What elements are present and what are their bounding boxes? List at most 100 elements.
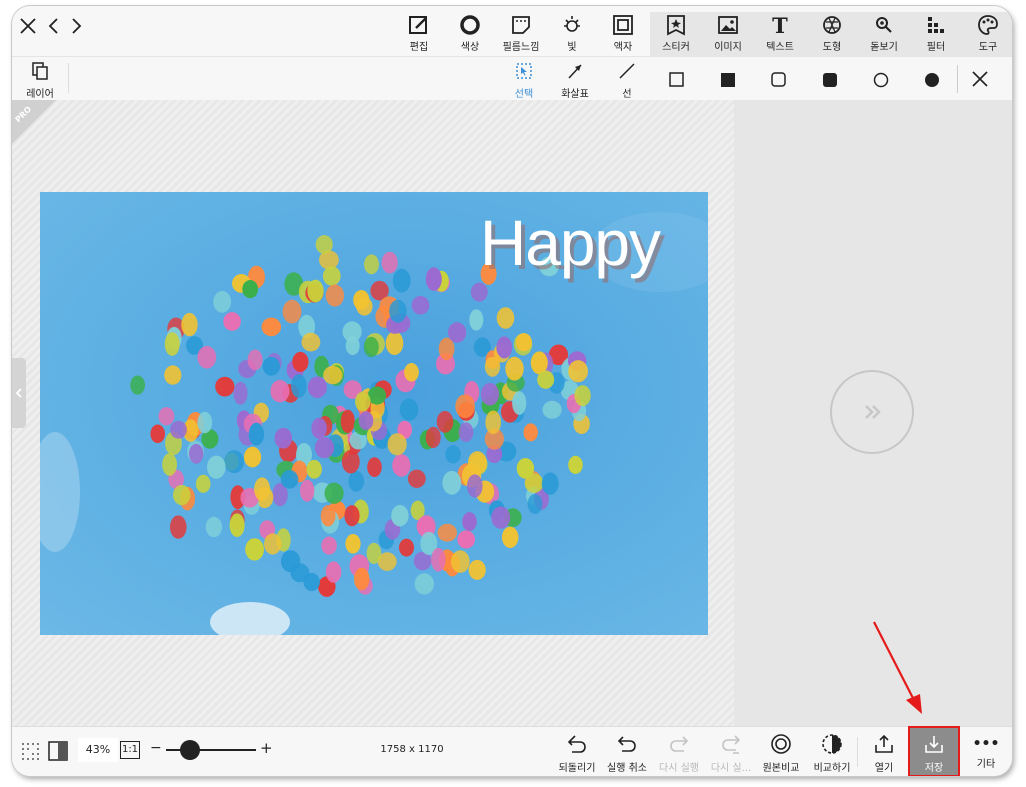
rounded-square-filled-button[interactable] xyxy=(821,71,839,89)
balloon xyxy=(354,567,370,591)
balloon xyxy=(322,266,341,286)
bottom-toolbar: 43% 1:1 − + 1758 x 1170 되돌리기 실행 취소 다시 실행… xyxy=(12,726,1012,776)
tool-label: 도구 xyxy=(978,42,998,53)
tool-label: 저장 xyxy=(924,763,944,774)
chevron-left-icon xyxy=(15,388,22,398)
side-panel-toggle[interactable] xyxy=(12,358,26,428)
compare-original-button[interactable]: 원본비교 xyxy=(754,733,808,774)
line-tool[interactable]: 선 xyxy=(612,61,642,100)
compare-button[interactable]: 비교하기 xyxy=(805,733,859,774)
tool-light[interactable]: 빛 xyxy=(546,12,598,56)
zoom-percent[interactable]: 43% xyxy=(78,738,118,762)
grid-toggle-button[interactable] xyxy=(20,741,40,765)
balloon xyxy=(311,417,327,439)
compare-icon xyxy=(822,734,842,754)
balloon xyxy=(170,420,187,439)
tool-image[interactable]: 이미지 xyxy=(702,12,754,56)
revert-button[interactable]: 되돌리기 xyxy=(550,733,604,774)
balloon xyxy=(247,349,263,371)
balloon xyxy=(574,385,591,407)
balloon xyxy=(158,407,175,426)
circle-outline-button[interactable] xyxy=(872,71,890,89)
film-icon xyxy=(495,12,547,38)
balloon xyxy=(262,356,280,376)
balloon xyxy=(307,279,324,303)
photo-canvas[interactable]: Happy xyxy=(40,192,708,635)
circle-filled-button[interactable] xyxy=(923,71,941,89)
arrow-tool[interactable]: 화살표 xyxy=(555,61,595,100)
balloon xyxy=(496,336,513,359)
balloon xyxy=(324,482,344,504)
tool-color[interactable]: 색상 xyxy=(444,12,496,56)
edit-icon xyxy=(393,12,445,38)
square-outline-button[interactable] xyxy=(668,71,686,89)
tool-edit[interactable]: 편집 xyxy=(393,12,445,56)
undo-button[interactable]: 실행 취소 xyxy=(600,733,654,774)
open-button[interactable]: 열기 xyxy=(857,733,911,774)
balloon xyxy=(505,356,524,381)
balloon xyxy=(450,550,470,573)
tool-label: 색상 xyxy=(460,42,480,53)
balloon xyxy=(280,470,299,489)
balloon xyxy=(468,559,486,580)
tool-film[interactable]: 필름느낌 xyxy=(495,12,547,56)
balloon xyxy=(303,573,321,591)
background-toggle-button[interactable] xyxy=(48,741,68,765)
tool-label: 텍스트 xyxy=(766,42,794,53)
balloon xyxy=(181,312,198,337)
redo-button[interactable]: 다시 실행 xyxy=(652,733,706,774)
zoom-in-icon[interactable]: + xyxy=(260,739,273,757)
close-draw-button[interactable] xyxy=(970,69,988,87)
forward-icon[interactable] xyxy=(64,16,88,40)
balloon xyxy=(205,516,223,538)
zoom-slider[interactable] xyxy=(166,740,256,760)
save-button[interactable]: 저장 xyxy=(908,726,960,776)
select-tool[interactable]: 선택 xyxy=(509,61,539,100)
balloon xyxy=(355,391,371,412)
layers-icon xyxy=(22,61,58,85)
tool-shape[interactable]: 도형 xyxy=(806,12,858,56)
layer-label: 레이어 xyxy=(26,89,54,100)
tool-label: 실행 취소 xyxy=(607,763,647,774)
tool-magnifier[interactable]: 돋보기 xyxy=(858,12,910,56)
balloon xyxy=(467,474,483,498)
rounded-square-filled-icon xyxy=(823,73,837,87)
zoom-ratio-button[interactable]: 1:1 xyxy=(120,741,140,759)
balloon xyxy=(381,251,398,274)
select-icon xyxy=(509,61,539,85)
balloon xyxy=(325,284,345,307)
balloon xyxy=(341,449,360,474)
balloon xyxy=(399,538,414,557)
tool-label: 선택 xyxy=(514,89,534,100)
redo-all-icon xyxy=(722,735,741,754)
zoom-out-icon[interactable]: − xyxy=(150,740,162,756)
photo-text[interactable]: Happy xyxy=(480,206,661,280)
tool-sticker[interactable]: 스티커 xyxy=(650,12,702,56)
open-icon xyxy=(875,734,893,753)
more-button[interactable]: ••• 기타 xyxy=(964,733,1008,770)
balloon xyxy=(195,474,211,493)
rounded-square-outline-button[interactable] xyxy=(770,71,788,89)
compare-original-icon xyxy=(771,734,791,754)
tool-text[interactable]: T 텍스트 xyxy=(754,12,806,56)
frame-icon xyxy=(597,12,649,38)
tool-label: 열기 xyxy=(874,763,894,774)
tool-filter[interactable]: 필터 xyxy=(910,12,962,56)
compare-next-button[interactable] xyxy=(830,370,914,454)
circle-outline-icon xyxy=(873,72,889,88)
tool-frame[interactable]: 액자 xyxy=(597,12,649,56)
balloon xyxy=(130,375,145,395)
square-filled-button[interactable] xyxy=(719,71,737,89)
tool-label: 편집 xyxy=(409,42,429,53)
back-icon[interactable] xyxy=(42,16,66,40)
redo-all-button[interactable]: 다시 실... xyxy=(704,733,758,774)
layer-button[interactable]: 레이어 xyxy=(22,61,58,100)
tool-tools[interactable]: 도구 xyxy=(962,12,1012,56)
balloon xyxy=(469,309,484,331)
zoom-slider-knob[interactable] xyxy=(180,740,201,760)
shape-icon xyxy=(806,12,858,38)
redo-icon xyxy=(670,736,689,752)
balloon xyxy=(264,533,282,555)
balloon xyxy=(224,450,245,474)
close-icon[interactable] xyxy=(16,16,40,40)
